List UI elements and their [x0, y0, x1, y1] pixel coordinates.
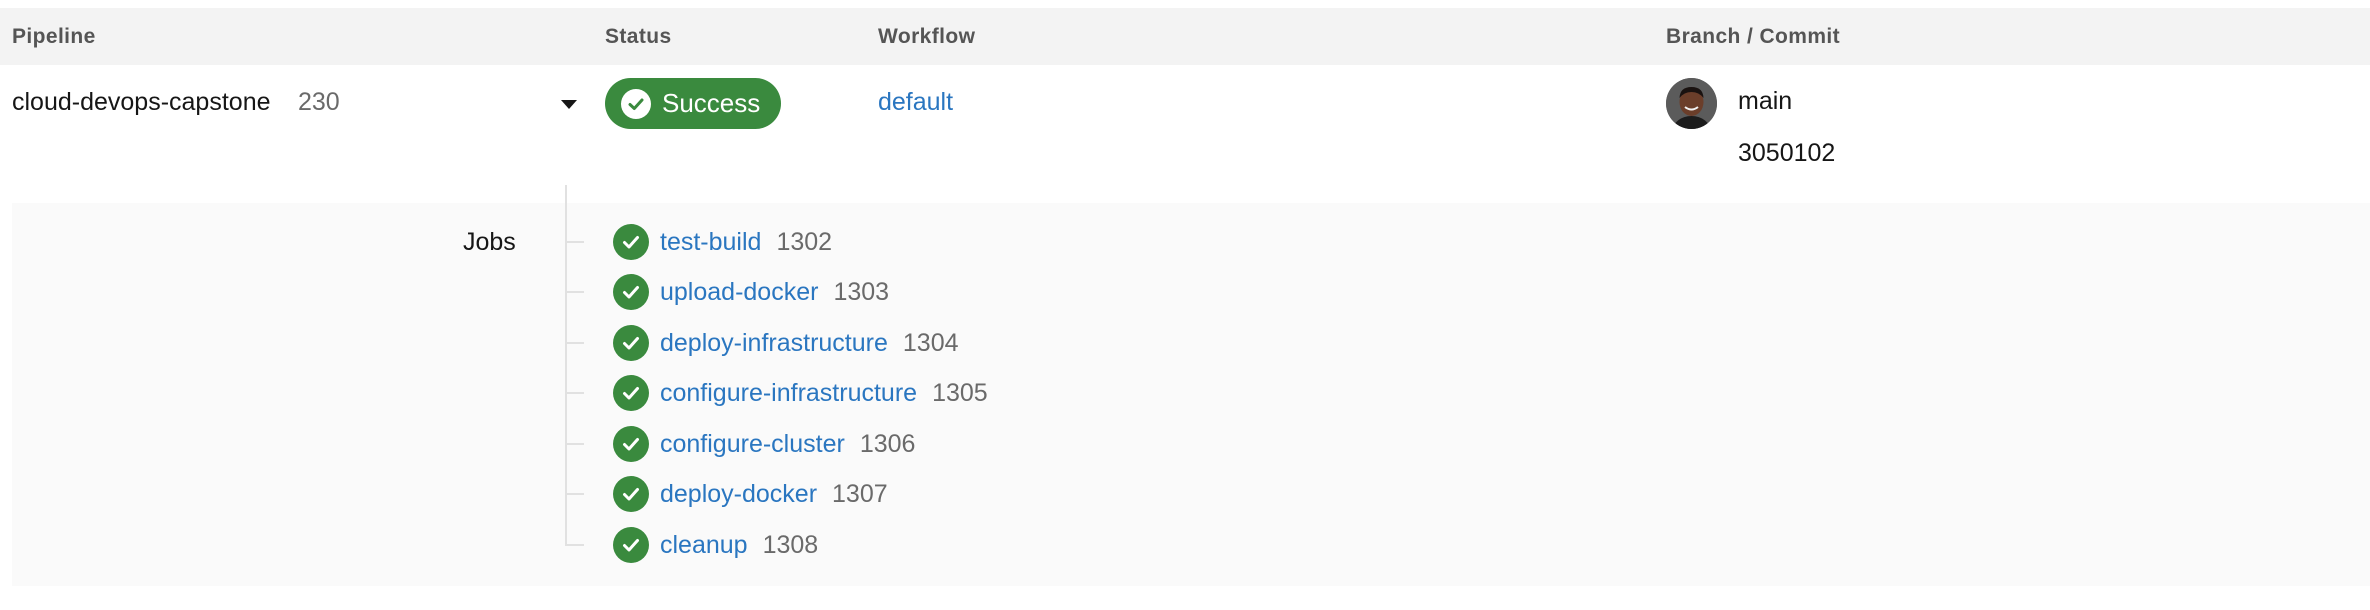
tree-branch: [565, 241, 584, 243]
job-row: configure-cluster 1306: [565, 424, 915, 464]
job-number: 1305: [932, 378, 988, 407]
table-header: Pipeline Status Workflow Branch / Commit: [0, 8, 2370, 65]
tree-branch: [565, 342, 584, 344]
branch-name[interactable]: main: [1738, 87, 1792, 116]
jobs-panel: [12, 203, 2370, 586]
header-workflow: Workflow: [878, 25, 976, 48]
header-branch-commit: Branch / Commit: [1666, 25, 1841, 48]
chevron-down-icon[interactable]: [561, 100, 577, 109]
header-status: Status: [605, 25, 672, 48]
tree-branch: [565, 544, 584, 546]
workflow-link[interactable]: default: [878, 88, 953, 117]
status-badge: Success: [605, 78, 782, 129]
pipeline-number: 230: [298, 88, 340, 116]
check-circle-icon: [613, 375, 649, 411]
status-label: Success: [662, 88, 761, 118]
check-circle-icon: [621, 88, 651, 119]
job-number: 1302: [776, 227, 833, 256]
job-number: 1308: [762, 530, 819, 559]
job-link[interactable]: deploy-docker: [660, 480, 817, 509]
check-circle-icon: [613, 325, 649, 361]
job-row: deploy-infrastructure 1304: [565, 323, 959, 363]
job-link[interactable]: configure-infrastructure: [660, 379, 917, 408]
jobs-label: Jobs: [463, 228, 516, 256]
pipeline-list: Pipeline Status Workflow Branch / Commit…: [0, 0, 2370, 610]
job-number: 1304: [902, 328, 959, 357]
job-link[interactable]: upload-docker: [660, 278, 818, 307]
job-link[interactable]: deploy-infrastructure: [660, 329, 888, 358]
tree-branch: [565, 291, 584, 293]
job-row: configure-infrastructure 1305: [565, 373, 988, 413]
commit-hash[interactable]: 3050102: [1738, 139, 1835, 168]
check-circle-icon: [613, 224, 649, 260]
job-number: 1303: [833, 277, 890, 306]
user-avatar: [1666, 78, 1717, 129]
tree-branch: [565, 392, 584, 394]
check-circle-icon: [613, 426, 649, 462]
tree-branch: [565, 443, 584, 445]
check-circle-icon: [613, 274, 649, 310]
job-number: 1307: [832, 479, 888, 508]
tree-branch: [565, 493, 584, 495]
job-link[interactable]: configure-cluster: [660, 430, 845, 459]
pipeline-name[interactable]: cloud-devops-capstone: [12, 88, 271, 117]
job-row: upload-docker 1303: [565, 272, 889, 312]
job-row: cleanup 1308: [565, 525, 818, 565]
job-row: deploy-docker 1307: [565, 474, 888, 514]
job-row: test-build 1302: [565, 222, 832, 262]
job-link[interactable]: test-build: [660, 228, 761, 257]
job-link[interactable]: cleanup: [660, 531, 748, 560]
check-circle-icon: [613, 476, 649, 512]
header-pipeline: Pipeline: [12, 25, 96, 48]
check-circle-icon: [613, 527, 649, 563]
job-number: 1306: [859, 429, 916, 458]
